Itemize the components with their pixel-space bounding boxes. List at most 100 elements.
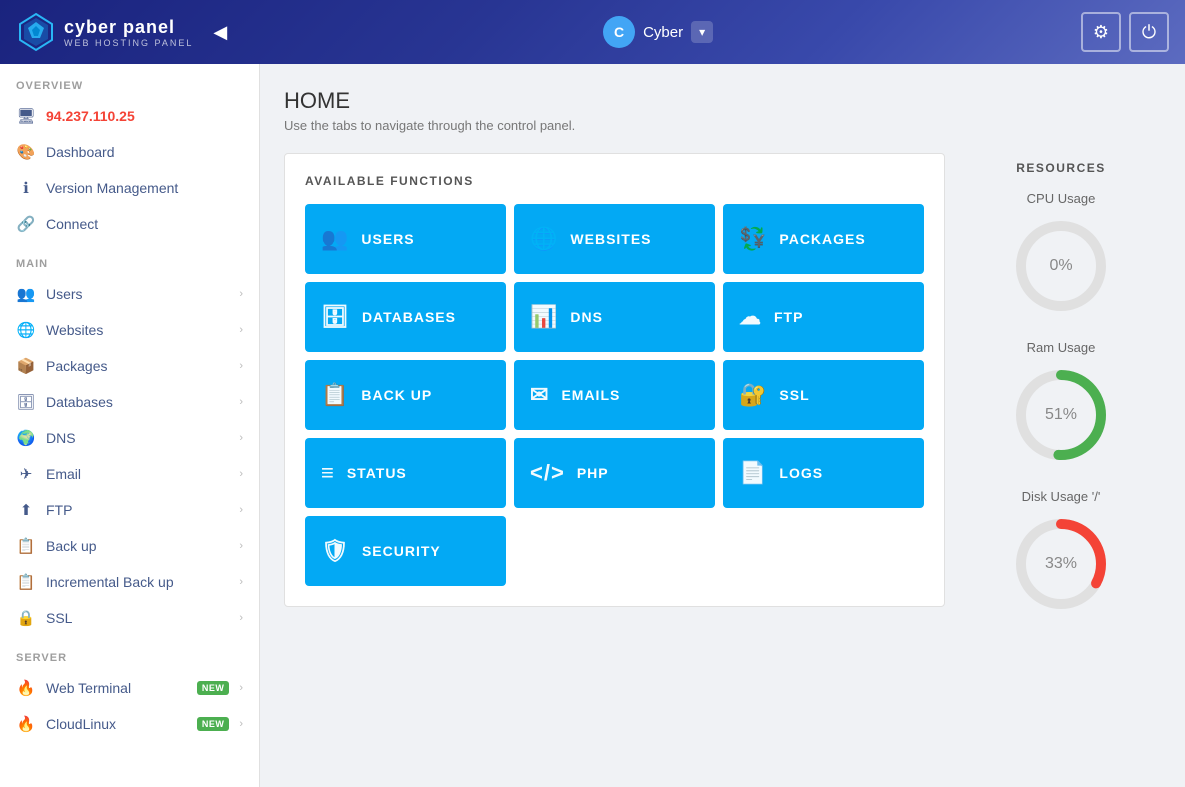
sidebar-item-ftp[interactable]: ⬆ FTP › — [0, 492, 259, 528]
monitor-icon: 🖥 — [16, 107, 36, 125]
section-title-server: SERVER — [0, 636, 259, 670]
emails-func-icon: ✉ — [530, 382, 549, 408]
sidebar-item-websites[interactable]: 🌐 Websites › — [0, 312, 259, 348]
cpu-chart: 0% — [1011, 216, 1111, 316]
email-icon: ✈ — [16, 465, 36, 483]
settings-button[interactable]: ⚙ — [1081, 12, 1121, 52]
chevron-right-icon: › — [239, 540, 243, 552]
sidebar-item-label: Back up — [46, 538, 229, 554]
chevron-right-icon: › — [239, 360, 243, 372]
incremental-icon: 📋 — [16, 573, 36, 591]
sidebar-item-label: Version Management — [46, 180, 243, 196]
func-php-button[interactable]: </> PHP — [514, 438, 715, 508]
sidebar-item-backup[interactable]: 📋 Back up › — [0, 528, 259, 564]
func-label: FTP — [774, 309, 803, 325]
main-layout: OVERVIEW 🖥 94.237.110.25 🎨 Dashboard ℹ V… — [0, 64, 1185, 787]
sidebar-item-dns[interactable]: 🌍 DNS › — [0, 420, 259, 456]
user-menu[interactable]: C Cyber ▾ — [603, 16, 713, 48]
sidebar: OVERVIEW 🖥 94.237.110.25 🎨 Dashboard ℹ V… — [0, 64, 260, 787]
func-security-button[interactable]: 🛡 SECURITY — [305, 516, 506, 586]
func-label: BACK UP — [361, 387, 432, 403]
func-label: DNS — [570, 309, 603, 325]
func-packages-button[interactable]: 💱 PACKAGES — [723, 204, 924, 274]
sidebar-item-label: Connect — [46, 216, 243, 232]
collapse-button[interactable]: ◀ — [205, 18, 235, 47]
sidebar-section-main: MAIN 👥 Users › 🌐 Websites › 📦 Packages ›… — [0, 242, 259, 636]
chevron-right-icon: › — [239, 718, 243, 730]
functions-grid: 👥 USERS 🌐 WEBSITES 💱 PACKAGES 🗄 DATABASE… — [305, 204, 924, 586]
disk-resource: Disk Usage '/' 33% — [961, 489, 1161, 614]
users-func-icon: 👥 — [321, 226, 349, 252]
sidebar-item-label: Websites — [46, 322, 229, 338]
disk-chart: 33% — [1011, 514, 1111, 614]
disk-value: 33% — [1045, 555, 1077, 573]
sidebar-item-ip[interactable]: 🖥 94.237.110.25 — [0, 98, 259, 134]
sidebar-item-email[interactable]: ✈ Email › — [0, 456, 259, 492]
ssl-icon: 🔒 — [16, 609, 36, 627]
sidebar-item-packages[interactable]: 📦 Packages › — [0, 348, 259, 384]
backup-icon: 📋 — [16, 537, 36, 555]
database-icon: 🗄 — [16, 393, 36, 411]
sidebar-item-label: Packages — [46, 358, 229, 374]
sidebar-item-label: Incremental Back up — [46, 574, 229, 590]
func-ssl-button[interactable]: 🔐 SSL — [723, 360, 924, 430]
logs-func-icon: 📄 — [739, 460, 767, 486]
sidebar-item-label: Email — [46, 466, 229, 482]
func-label: WEBSITES — [570, 231, 651, 247]
func-logs-button[interactable]: 📄 LOGS — [723, 438, 924, 508]
sidebar-item-label: Databases — [46, 394, 229, 410]
logo-text: cyber panel WEB HOSTING PANEL — [64, 17, 193, 48]
sidebar-item-databases[interactable]: 🗄 Databases › — [0, 384, 259, 420]
sidebar-item-users[interactable]: 👥 Users › — [0, 276, 259, 312]
func-status-button[interactable]: ≡ STATUS — [305, 438, 506, 508]
sidebar-section-overview: OVERVIEW 🖥 94.237.110.25 🎨 Dashboard ℹ V… — [0, 64, 259, 242]
chevron-right-icon: › — [239, 288, 243, 300]
chevron-right-icon: › — [239, 682, 243, 694]
sidebar-item-connect[interactable]: 🔗 Connect — [0, 206, 259, 242]
chevron-right-icon: › — [239, 576, 243, 588]
content-row: AVAILABLE FUNCTIONS 👥 USERS 🌐 WEBSITES 💱… — [284, 153, 1161, 638]
user-dropdown-button[interactable]: ▾ — [691, 21, 713, 43]
func-emails-button[interactable]: ✉ EMAILS — [514, 360, 715, 430]
sidebar-item-webterminal[interactable]: 🔥 Web Terminal NEW › — [0, 670, 259, 706]
power-button[interactable]: ⏻ — [1129, 12, 1169, 52]
func-databases-button[interactable]: 🗄 DATABASES — [305, 282, 506, 352]
sidebar-item-incremental[interactable]: 📋 Incremental Back up › — [0, 564, 259, 600]
content-area: HOME Use the tabs to navigate through th… — [260, 64, 1185, 787]
ftp-icon: ⬆ — [16, 501, 36, 519]
status-func-icon: ≡ — [321, 460, 335, 486]
ram-resource: Ram Usage 51% — [961, 340, 1161, 465]
func-dns-button[interactable]: 📊 DNS — [514, 282, 715, 352]
ftp-func-icon: ☁ — [739, 304, 762, 330]
sidebar-section-server: SERVER 🔥 Web Terminal NEW › 🔥 CloudLinux… — [0, 636, 259, 742]
functions-title: AVAILABLE FUNCTIONS — [305, 174, 924, 188]
brand-sub: WEB HOSTING PANEL — [64, 38, 193, 48]
sidebar-item-version[interactable]: ℹ Version Management — [0, 170, 259, 206]
packages-func-icon: 💱 — [739, 226, 767, 252]
security-func-icon: 🛡 — [321, 538, 350, 564]
sidebar-item-label: FTP — [46, 502, 229, 518]
sidebar-item-cloudlinux[interactable]: 🔥 CloudLinux NEW › — [0, 706, 259, 742]
section-title-overview: OVERVIEW — [0, 64, 259, 98]
dns-func-icon: 📊 — [530, 304, 558, 330]
terminal-icon: 🔥 — [16, 679, 36, 697]
logo: cyber panel WEB HOSTING PANEL — [16, 12, 193, 52]
func-ftp-button[interactable]: ☁ FTP — [723, 282, 924, 352]
func-backup-button[interactable]: 📋 BACK UP — [305, 360, 506, 430]
func-label: STATUS — [347, 465, 407, 481]
resources-panel: RESOURCES CPU Usage 0% Ram Usage — [961, 153, 1161, 638]
func-users-button[interactable]: 👥 USERS — [305, 204, 506, 274]
brand-name: cyber panel — [64, 17, 193, 38]
sidebar-item-dashboard[interactable]: 🎨 Dashboard — [0, 134, 259, 170]
cpu-value: 0% — [1049, 257, 1072, 275]
ram-value: 51% — [1045, 406, 1077, 424]
resources-title: RESOURCES — [961, 153, 1161, 175]
chevron-right-icon: › — [239, 324, 243, 336]
chevron-right-icon: › — [239, 396, 243, 408]
dns-icon: 🌍 — [16, 429, 36, 447]
globe-icon: 🌐 — [16, 321, 36, 339]
user-name: Cyber — [643, 24, 683, 41]
sidebar-item-ssl[interactable]: 🔒 SSL › — [0, 600, 259, 636]
ssl-func-icon: 🔐 — [739, 382, 767, 408]
func-websites-button[interactable]: 🌐 WEBSITES — [514, 204, 715, 274]
